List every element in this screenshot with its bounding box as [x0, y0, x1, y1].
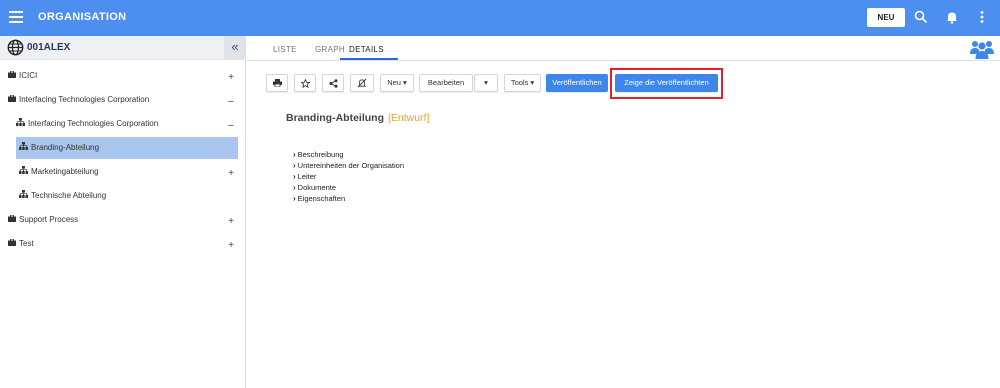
highlight-annotation-box [610, 68, 723, 99]
briefcase-icon [8, 233, 16, 255]
chevron-right-icon: › [293, 172, 296, 181]
org-chart-icon [19, 185, 28, 207]
sidebar-title[interactable]: 001ALEX [27, 42, 70, 53]
unfollow-button[interactable] [350, 74, 374, 92]
users-group-icon[interactable] [970, 38, 994, 60]
briefcase-icon [8, 209, 16, 231]
tree-item-label: Interfacing Technologies Corporation [28, 119, 159, 129]
tree-item-interfacing-technologies-org[interactable]: Interfacing Technologies Corporation [16, 113, 221, 135]
chevron-right-icon: › [293, 194, 296, 203]
section-label: Beschreibung [297, 150, 344, 159]
tree-item-label: Support Process [19, 215, 79, 225]
globe-icon [7, 39, 24, 56]
section-label: Dokumente [297, 183, 337, 192]
section-label: Eigenschaften [297, 194, 346, 203]
tree-item-label: Interfacing Technologies Corporation [19, 95, 150, 105]
tabs-divider [247, 60, 1000, 61]
collapse-sidebar-button[interactable]: « [224, 36, 246, 60]
briefcase-icon [8, 89, 16, 111]
publish-button[interactable]: Veröffentlichen [546, 74, 608, 92]
tools-dropdown-button[interactable]: Tools ▾ [504, 74, 541, 92]
tree-item-icici[interactable]: ICICI [8, 65, 218, 87]
section-label: Leiter [297, 172, 317, 181]
tree-item-support-process[interactable]: Support Process [8, 209, 218, 231]
org-chart-icon [19, 161, 28, 183]
expand-toggle[interactable]: + [226, 72, 236, 83]
tab-graph[interactable]: GRAPH [315, 45, 345, 54]
collapse-toggle[interactable]: – [226, 96, 236, 107]
record-name: Branding-Abteilung [286, 112, 384, 124]
tree-item-interfacing-technologies[interactable]: Interfacing Technologies Corporation [8, 89, 218, 111]
tree-item-label: Test [19, 239, 34, 249]
chevron-right-icon: › [293, 150, 296, 159]
expand-toggle[interactable]: + [226, 240, 236, 251]
share-icon [329, 78, 338, 88]
expand-toggle[interactable]: + [226, 168, 236, 179]
record-title: Branding-Abteilung [Entwurf] [286, 112, 429, 124]
more-options-icon[interactable] [975, 10, 989, 24]
tree-item-marketingabteilung[interactable]: Marketingabteilung [19, 161, 219, 183]
expand-toggle[interactable]: + [226, 216, 236, 227]
section-beschreibung[interactable]: › Beschreibung [293, 150, 344, 159]
org-chart-icon [16, 113, 25, 135]
printer-icon [272, 78, 282, 88]
print-button[interactable] [266, 74, 288, 92]
tree-item-test[interactable]: Test [8, 233, 218, 255]
section-dokumente[interactable]: › Dokumente [293, 183, 336, 192]
briefcase-icon [8, 65, 16, 87]
edit-dropdown-caret[interactable]: ▾ [474, 74, 498, 92]
star-icon [299, 78, 311, 88]
tree-item-label: Marketingabteilung [31, 167, 99, 177]
tree-item-label: ICICI [19, 71, 38, 81]
new-button[interactable]: NEU [867, 8, 905, 27]
collapse-toggle[interactable]: – [226, 120, 236, 131]
chevron-right-icon: › [293, 161, 296, 170]
tree-item-technische-abteilung[interactable]: Technische Abteilung [19, 185, 219, 207]
org-chart-icon [19, 137, 28, 159]
tab-liste[interactable]: LISTE [273, 45, 297, 54]
bell-off-icon [357, 78, 367, 88]
section-leiter[interactable]: › Leiter [293, 172, 316, 181]
tree-item-label: Technische Abteilung [31, 191, 107, 201]
top-app-bar: ORGANISATION NEU [0, 0, 1000, 36]
section-label: Untereinheiten der Organisation [297, 161, 404, 170]
favorite-button[interactable] [294, 74, 316, 92]
hamburger-menu-icon[interactable] [9, 11, 23, 23]
sidebar-header: 001ALEX « [0, 36, 246, 60]
tab-details[interactable]: DETAILS [349, 45, 384, 54]
section-eigenschaften[interactable]: › Eigenschaften [293, 194, 345, 203]
share-button[interactable] [322, 74, 344, 92]
new-dropdown-button[interactable]: Neu ▾ [380, 74, 414, 92]
search-icon[interactable] [914, 10, 928, 24]
sidebar: 001ALEX « ICICI + Interfacing Technologi… [0, 36, 246, 388]
section-untereinheiten[interactable]: › Untereinheiten der Organisation [293, 161, 404, 170]
status-badge: [Entwurf] [388, 112, 430, 124]
tree-item-branding-abteilung[interactable]: Branding-Abteilung [16, 137, 238, 159]
tree-item-label: Branding-Abteilung [31, 143, 100, 153]
app-title: ORGANISATION [38, 11, 127, 23]
edit-button[interactable]: Bearbeiten [419, 74, 473, 92]
chevron-right-icon: › [293, 183, 296, 192]
notification-bell-icon[interactable] [945, 10, 959, 24]
